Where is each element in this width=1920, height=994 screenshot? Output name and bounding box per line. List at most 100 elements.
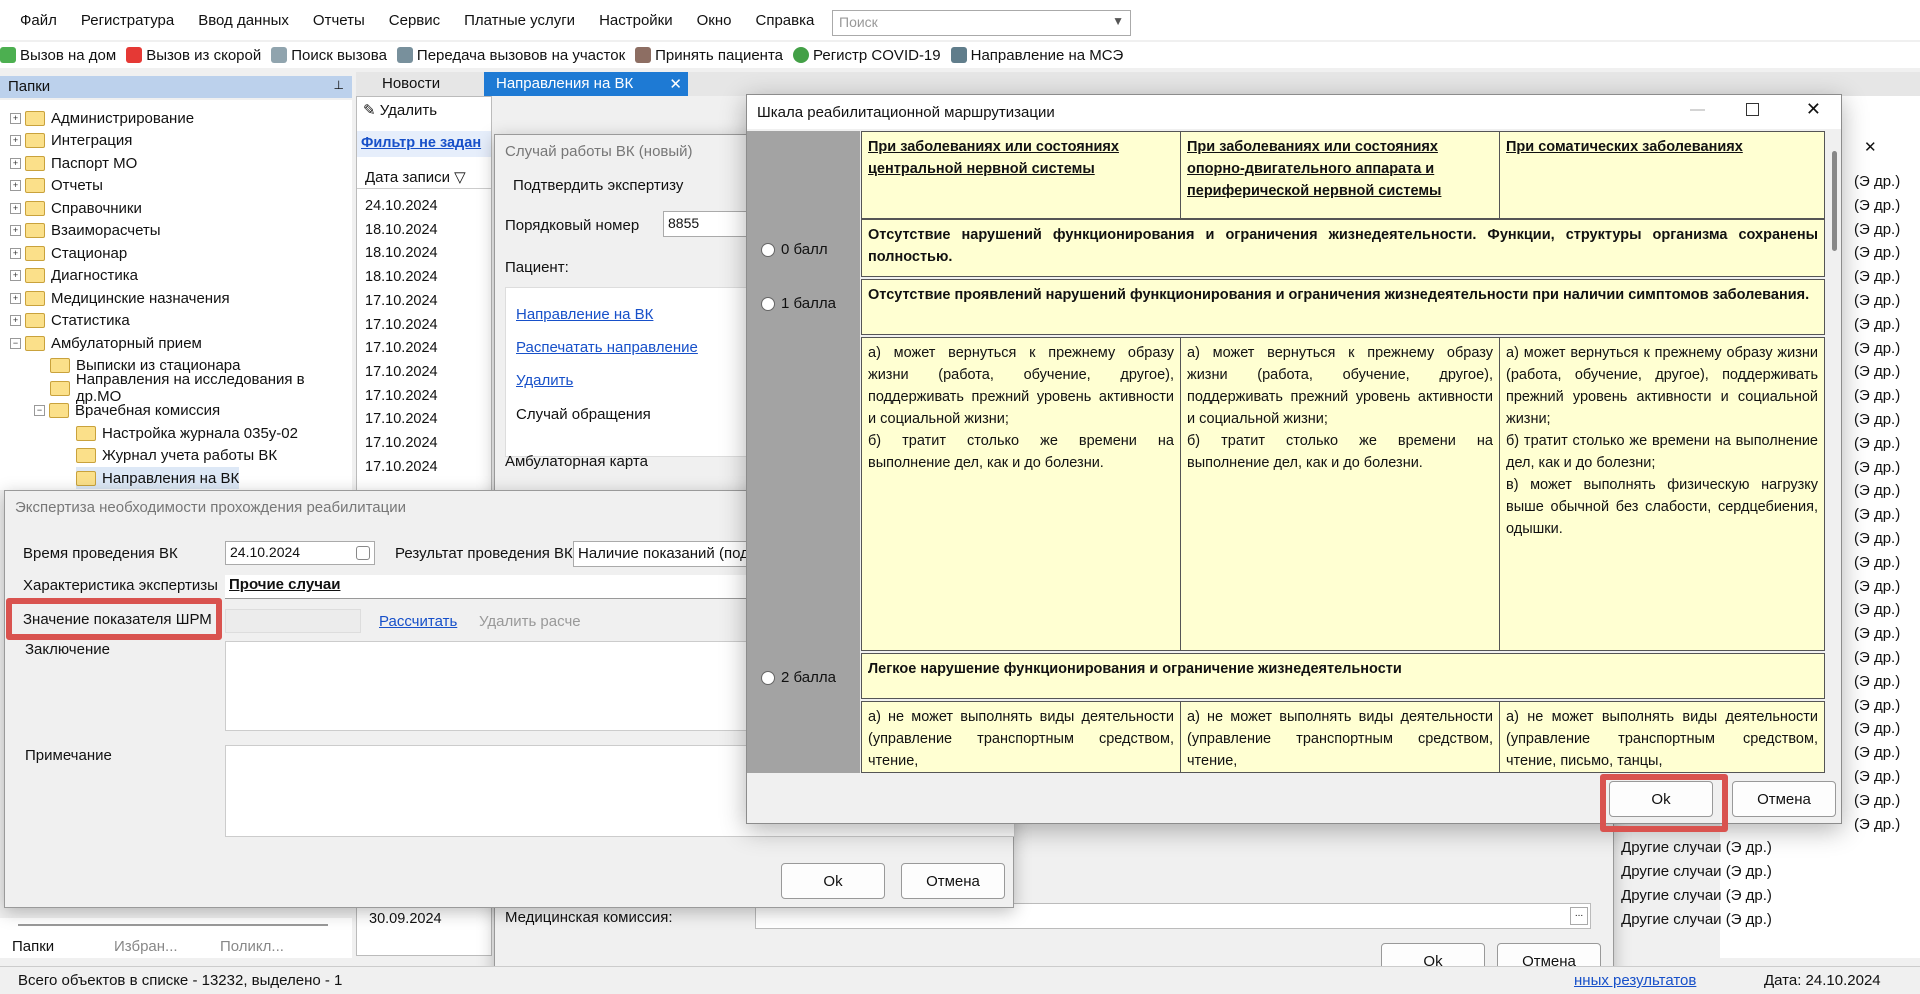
tab-favorites[interactable]: Избран...	[114, 938, 178, 955]
accept-patient-button[interactable]: Принять пациента	[635, 47, 783, 64]
result-field[interactable]: Наличие показаний (под	[573, 541, 753, 567]
tree-item[interactable]: + Диагностика	[10, 264, 138, 286]
table-row[interactable]: (Э др.)	[1838, 816, 1900, 833]
menu-reports[interactable]: Отчеты	[301, 12, 377, 29]
list-item[interactable]: 24.10.2024	[365, 195, 438, 219]
expand-icon[interactable]: +	[10, 314, 21, 326]
list-item[interactable]: 17.10.2024	[365, 385, 438, 409]
collapse-icon[interactable]: −	[34, 404, 45, 416]
checkbox[interactable]	[356, 546, 370, 560]
table-row[interactable]: (Э др.)	[1838, 744, 1900, 761]
menu-registry[interactable]: Регистратура	[69, 12, 186, 29]
list-item[interactable]: 18.10.2024	[365, 219, 438, 243]
search-call-button[interactable]: Поиск вызова	[271, 47, 387, 64]
table-row[interactable]: (Э др.)	[1838, 673, 1900, 690]
expand-icon[interactable]: +	[10, 157, 21, 169]
table-row[interactable]: (Э др.)	[1838, 720, 1900, 737]
tree-item[interactable]: − Врачебная комиссия	[34, 399, 220, 421]
table-row[interactable]: (Э др.)	[1838, 316, 1900, 333]
list-item[interactable]: 17.10.2024	[365, 432, 438, 456]
tab-folders[interactable]: Папки	[12, 938, 54, 955]
tree-item[interactable]: + Администрирование	[10, 107, 194, 129]
tree-item[interactable]: + Отчеты	[10, 174, 103, 196]
close-icon[interactable]: ✕	[1806, 99, 1821, 120]
home-call-button[interactable]: Вызов на дом	[0, 47, 116, 64]
radio-score-2[interactable]: 2 балла	[761, 669, 836, 686]
list-item[interactable]: 17.10.2024	[365, 361, 438, 385]
tree-item-selected[interactable]: Направления на ВК	[76, 467, 240, 489]
list-item[interactable]: 17.10.2024	[365, 337, 438, 361]
table-row[interactable]: (Э др.)	[1838, 530, 1900, 547]
scale-cancel-button[interactable]: Отмена	[1732, 781, 1836, 817]
covid-registry-button[interactable]: Регистр COVID-19	[793, 47, 941, 64]
table-row[interactable]: (Э др.)	[1838, 340, 1900, 357]
expand-icon[interactable]: +	[10, 112, 21, 124]
collapse-icon[interactable]: −	[10, 337, 21, 349]
expertise-ok-button[interactable]: Ok	[781, 863, 885, 899]
filter-link[interactable]: Фильтр не задан	[361, 135, 481, 151]
list-item[interactable]: 18.10.2024	[365, 266, 438, 290]
tree-item[interactable]: + Взаиморасчеты	[10, 219, 161, 241]
list-item[interactable]: 30.09.2024	[369, 911, 442, 927]
table-row[interactable]: (Э др.)	[1838, 697, 1900, 714]
characteristic-field[interactable]: Прочие случаи	[225, 575, 755, 599]
tab-vk-referrals[interactable]: Направления на ВК ✕	[484, 72, 688, 96]
table-row[interactable]: (Э др.)	[1838, 506, 1900, 523]
tree-item[interactable]: Настройка журнала 035у-02	[76, 422, 298, 444]
time-field[interactable]: 24.10.2024	[225, 541, 375, 565]
vk-referral-link[interactable]: Направление на ВК	[516, 306, 653, 323]
tree-item[interactable]: Направления на исследования в др.МО	[50, 371, 352, 405]
tree-item[interactable]: + Справочники	[10, 197, 142, 219]
pin-icon[interactable]: ⊥	[334, 78, 344, 92]
table-row[interactable]: (Э др.)	[1838, 554, 1900, 571]
minimize-icon[interactable]: —	[1690, 101, 1705, 118]
table-row[interactable]: (Э др.)	[1838, 387, 1900, 404]
tree-item[interactable]: + Медицинские назначения	[10, 287, 230, 309]
print-referral-link[interactable]: Распечатать направление	[516, 339, 698, 356]
tree-item[interactable]: + Интеграция	[10, 129, 132, 151]
radio-score-1[interactable]: 1 балла	[761, 295, 836, 312]
maximize-icon[interactable]	[1746, 103, 1759, 116]
table-row[interactable]: (Э др.)	[1838, 482, 1900, 499]
delete-button[interactable]: ✎ Удалить	[363, 101, 437, 119]
status-link[interactable]: нных результатов	[1574, 972, 1696, 989]
table-row[interactable]: (Э др.)	[1838, 411, 1900, 428]
tab-clinic[interactable]: Поликл...	[220, 938, 284, 955]
table-row[interactable]: (Э др.)	[1838, 578, 1900, 595]
list-item[interactable]: 18.10.2024	[365, 242, 438, 266]
table-row[interactable]: (Э др.)	[1838, 768, 1900, 785]
table-row[interactable]: (Э др.)	[1838, 268, 1900, 285]
expand-icon[interactable]: +	[10, 202, 21, 214]
expertise-cancel-button[interactable]: Отмена	[901, 863, 1005, 899]
close-icon[interactable]: ✕	[669, 75, 682, 93]
calculate-link[interactable]: Рассчитать	[379, 613, 457, 630]
table-row[interactable]: (Э др.)	[1838, 197, 1900, 214]
list-item[interactable]: 17.10.2024	[365, 314, 438, 338]
delete-calc-link[interactable]: Удалить расче	[479, 613, 581, 630]
tree-item[interactable]: Журнал учета работы ВК	[76, 444, 277, 466]
menu-file[interactable]: Файл	[8, 12, 69, 29]
table-row[interactable]: (Э др.)	[1838, 244, 1900, 261]
expand-icon[interactable]: +	[10, 179, 21, 191]
table-row[interactable]: (Э др.)	[1838, 292, 1900, 309]
menu-settings[interactable]: Настройки	[587, 12, 685, 29]
table-row[interactable]: (Э др.)	[1838, 221, 1900, 238]
menu-help[interactable]: Справка	[744, 12, 827, 29]
list-item[interactable]: 17.10.2024	[365, 456, 438, 480]
expand-icon[interactable]: +	[10, 224, 21, 236]
tree-item[interactable]: + Стационар	[10, 242, 127, 264]
table-row[interactable]: (Э др.)	[1838, 601, 1900, 618]
list-item[interactable]: 17.10.2024	[365, 290, 438, 314]
mse-referral-button[interactable]: Направление на МСЭ	[950, 47, 1123, 64]
tab-news[interactable]: Новости	[370, 72, 452, 96]
table-row[interactable]: (Э др.)	[1838, 173, 1900, 190]
expand-icon[interactable]: +	[10, 292, 21, 304]
tree-item[interactable]: − Амбулаторный прием	[10, 332, 202, 354]
column-header-date[interactable]: Дата записи ▽	[357, 165, 491, 189]
table-row[interactable]: (Э др.)	[1838, 435, 1900, 452]
expand-icon[interactable]: +	[10, 134, 21, 146]
scrollbar-thumb[interactable]	[1832, 151, 1837, 251]
tree-item[interactable]: + Статистика	[10, 309, 130, 331]
menu-paid[interactable]: Платные услуги	[452, 12, 587, 29]
search-input[interactable]: Поиск ▼	[832, 10, 1131, 36]
